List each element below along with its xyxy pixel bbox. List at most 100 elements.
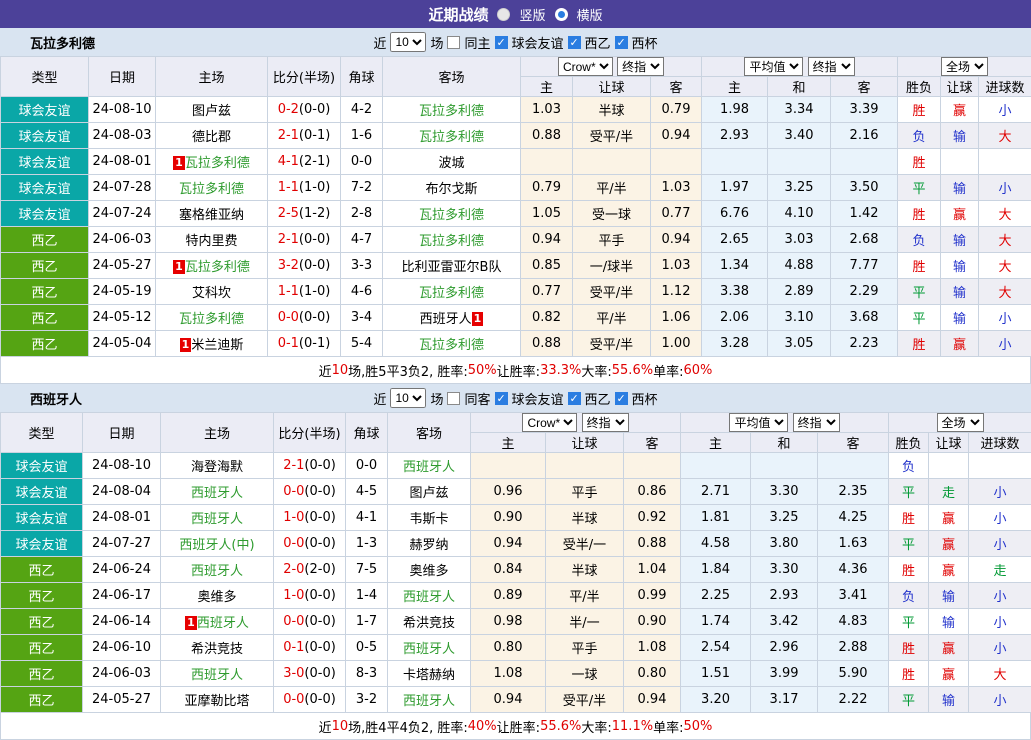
- cell-result: 平: [898, 175, 941, 201]
- team-label: 瓦拉多利德: [419, 104, 484, 119]
- halftime-score: (0-0): [304, 458, 335, 473]
- cell-avg: 2.96: [751, 635, 818, 661]
- cell-score: 0-1(0-0): [274, 635, 346, 661]
- average-select[interactable]: 平均值: [729, 413, 788, 432]
- cell-avg: 3.25: [768, 175, 831, 201]
- page-title: 近期战绩: [428, 4, 488, 25]
- cell-result: 赢: [929, 661, 969, 687]
- halftime-score: (2-1): [299, 154, 330, 169]
- recent-count-select[interactable]: 10: [390, 32, 426, 52]
- red-count-badge: 1: [185, 616, 197, 630]
- cell-score: 1-0(0-0): [274, 583, 346, 609]
- cell-result: 赢: [929, 505, 969, 531]
- filter-games-label: 场: [430, 33, 443, 52]
- cell-score: 2-1(0-0): [268, 227, 341, 253]
- cell-odds: 0.92: [624, 505, 681, 531]
- cell-result: 小: [969, 687, 1031, 713]
- same-venue-checkbox[interactable]: [447, 36, 460, 49]
- odds-stage-select[interactable]: 终指: [617, 57, 664, 76]
- fulltime-score: 2-1: [278, 128, 299, 143]
- cell-odds: 1.03: [651, 253, 702, 279]
- laliga2-checkbox[interactable]: [568, 36, 581, 49]
- bookmaker-select[interactable]: Crow*: [522, 413, 577, 432]
- cell-corner: 3-2: [346, 687, 388, 713]
- cell-avg: 3.41: [818, 583, 889, 609]
- match-row: 球会友谊24-07-28瓦拉多利德1-1(1-0)7-2布尔戈斯0.79平/半1…: [1, 175, 1031, 201]
- cell-home: 艾科坎: [156, 279, 268, 305]
- bookmaker-select[interactable]: Crow*: [558, 57, 613, 76]
- cell-result: 赢: [941, 331, 979, 357]
- cell-avg: 1.51: [681, 661, 751, 687]
- fullmatch-select[interactable]: 全场: [941, 57, 988, 76]
- cell-result: 胜: [889, 635, 929, 661]
- col-odds-home: 主: [521, 77, 573, 97]
- team-label: 西班牙人: [191, 564, 243, 579]
- cell-odds: 平/半: [573, 175, 651, 201]
- cup-checkbox[interactable]: [615, 392, 628, 405]
- fulltime-score: 2-1: [283, 458, 304, 473]
- average-select[interactable]: 平均值: [744, 57, 803, 76]
- avg-stage-select[interactable]: 终指: [793, 413, 840, 432]
- cell-result: 小: [969, 609, 1031, 635]
- team-label: 西班牙人: [403, 642, 455, 657]
- friendly-checkbox[interactable]: [495, 36, 508, 49]
- cell-date: 24-05-04: [89, 331, 156, 357]
- col-type: 类型: [1, 413, 83, 453]
- cell-odds: 0.86: [624, 479, 681, 505]
- halftime-score: (0-0): [304, 536, 335, 551]
- cell-league: 西乙: [1, 609, 83, 635]
- col-away: 客场: [388, 413, 471, 453]
- red-count-badge: 1: [180, 338, 192, 352]
- friendly-checkbox[interactable]: [495, 392, 508, 405]
- team-label: 特内里费: [185, 234, 237, 249]
- team-label: 希洪竞技: [403, 616, 455, 631]
- halftime-score: (0-0): [304, 614, 335, 629]
- cell-score: 1-1(1-0): [268, 279, 341, 305]
- cell-odds: 0.80: [624, 661, 681, 687]
- cell-avg: 3.05: [768, 331, 831, 357]
- cell-league: 西乙: [1, 331, 89, 357]
- odds-stage-select[interactable]: 终指: [582, 413, 629, 432]
- team-label: 瓦拉多利德: [185, 260, 250, 275]
- cell-away: 比利亚雷亚尔B队: [383, 253, 521, 279]
- vertical-layout-radio[interactable]: [497, 8, 510, 21]
- cell-away: 奥维多: [388, 557, 471, 583]
- col-result: 胜负: [889, 433, 929, 453]
- red-count-badge: 1: [173, 156, 185, 170]
- horizontal-layout-radio[interactable]: [555, 8, 568, 21]
- team-label: 瓦拉多利德: [419, 338, 484, 353]
- cell-corner: 5-4: [341, 331, 383, 357]
- cell-odds: 0.79: [521, 175, 573, 201]
- col-odds-home: 主: [471, 433, 546, 453]
- summary-text: 40%: [468, 719, 497, 734]
- avg-stage-select[interactable]: 终指: [808, 57, 855, 76]
- cell-date: 24-08-01: [89, 149, 156, 175]
- cell-date: 24-08-01: [83, 505, 161, 531]
- cell-home: 塞格维亚纳: [156, 201, 268, 227]
- fulltime-score: 0-2: [278, 102, 299, 117]
- summary-text: 60%: [683, 363, 712, 378]
- cell-odds: 平手: [573, 227, 651, 253]
- same-venue-checkbox[interactable]: [447, 392, 460, 405]
- col-goals-result: 进球数: [969, 433, 1031, 453]
- cell-score: 0-2(0-0): [268, 97, 341, 123]
- cell-avg: 2.54: [681, 635, 751, 661]
- cell-result: 平: [889, 531, 929, 557]
- cell-result: 赢: [929, 635, 969, 661]
- recent-count-select[interactable]: 10: [390, 388, 426, 408]
- fulltime-score: 2-1: [278, 232, 299, 247]
- cell-league: 球会友谊: [1, 149, 89, 175]
- laliga2-checkbox[interactable]: [568, 392, 581, 405]
- cell-avg: 1.84: [681, 557, 751, 583]
- cell-result: [929, 453, 969, 479]
- laliga2-label: 西乙: [585, 389, 611, 408]
- cell-score: 2-0(2-0): [274, 557, 346, 583]
- match-row: 西乙24-05-19艾科坎1-1(1-0)4-6瓦拉多利德0.77受平/半1.1…: [1, 279, 1031, 305]
- cell-result: 平: [898, 305, 941, 331]
- cell-odds: 0.88: [521, 331, 573, 357]
- same-venue-label: 同客: [464, 389, 490, 408]
- fullmatch-select[interactable]: 全场: [937, 413, 984, 432]
- cell-corner: 2-8: [341, 201, 383, 227]
- cup-checkbox[interactable]: [615, 36, 628, 49]
- cell-score: 3-2(0-0): [268, 253, 341, 279]
